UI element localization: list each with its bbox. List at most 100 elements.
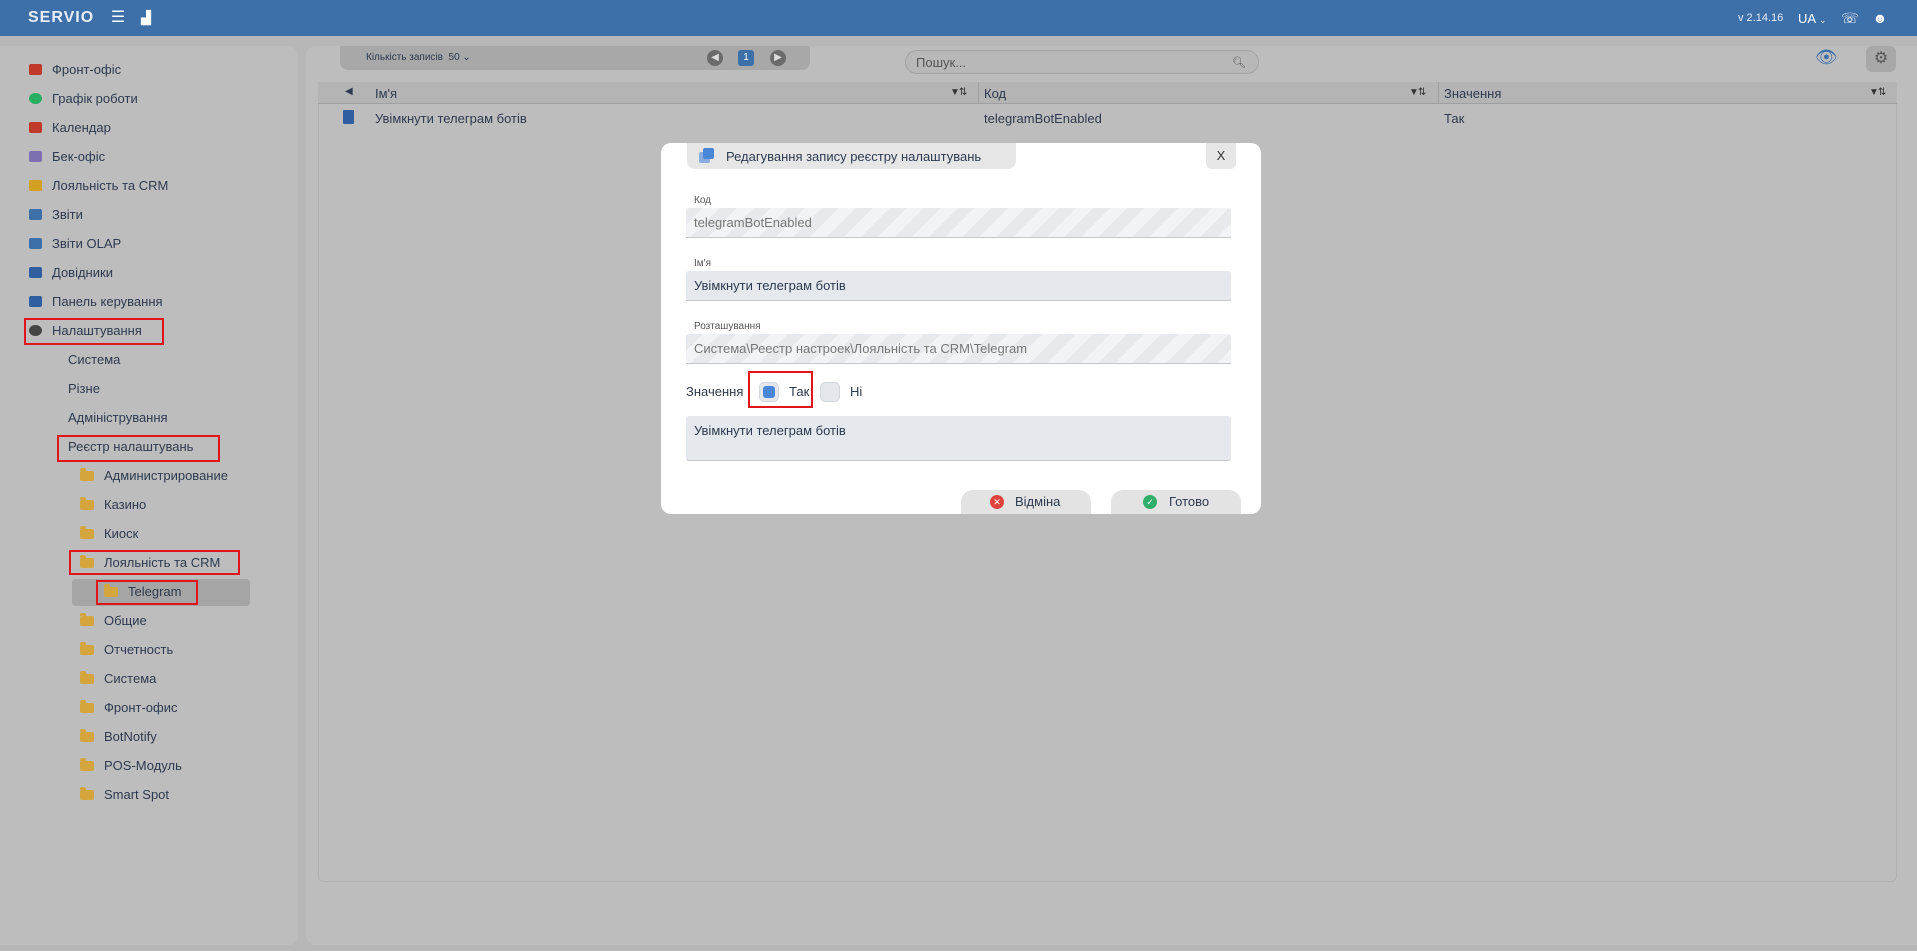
- column-header-code[interactable]: Код: [984, 86, 1006, 101]
- folder-icon: [80, 671, 94, 684]
- olap-report-icon: [29, 238, 42, 249]
- filter-sort-icon[interactable]: ▼⇅: [1409, 87, 1426, 98]
- done-button[interactable]: ✓ Готово: [1111, 490, 1241, 514]
- name-label: Ім'я: [694, 258, 711, 269]
- sidebar-item-label: Лояльність та CRM: [52, 178, 169, 193]
- cell-value[interactable]: Так: [1444, 111, 1464, 126]
- sidebar-item-label: Бек-офіс: [52, 149, 106, 164]
- column-header-value[interactable]: Значення: [1444, 86, 1501, 101]
- folder-botnotify[interactable]: BotNotify: [80, 726, 157, 748]
- highlight-telegram-folder: [96, 580, 198, 605]
- code-field: telegramBotEnabled: [686, 208, 1231, 238]
- folder-icon: [80, 613, 94, 626]
- sidebar-item-reports[interactable]: Звіти: [29, 204, 83, 226]
- settings-gear-button[interactable]: ⚙: [1866, 46, 1896, 72]
- sidebar-item-label: Фронт-офіс: [52, 62, 122, 77]
- records-per-page-selector[interactable]: Кількість записів 50 ⌄: [366, 52, 471, 63]
- dialog-title: Редагування запису реєстру налаштувань: [726, 149, 982, 164]
- list-icon: [29, 151, 42, 162]
- collapse-arrow-icon[interactable]: ◀: [345, 86, 353, 97]
- folder-icon: [80, 526, 94, 539]
- language-selector[interactable]: UA ⌄: [1798, 11, 1827, 26]
- stats-icon[interactable]: ▟: [136, 8, 156, 28]
- check-icon: ✓: [1143, 495, 1157, 509]
- folder-label: Администрирование: [104, 468, 228, 483]
- sidebar-item-label: Адміністрування: [68, 410, 168, 425]
- close-button[interactable]: X: [1206, 143, 1236, 169]
- name-field[interactable]: Увімкнути телеграм ботів: [686, 271, 1231, 301]
- sidebar-item-label: Довідники: [52, 265, 113, 280]
- calendar-icon: [29, 122, 42, 133]
- folder-label: Общие: [104, 613, 147, 628]
- filter-sort-icon[interactable]: ▼⇅: [950, 87, 967, 98]
- sidebar-item-label: Графік роботи: [52, 91, 138, 106]
- chevron-down-icon: ⌄: [1818, 15, 1827, 25]
- description-textarea[interactable]: Увімкнути телеграм ботів: [686, 416, 1231, 461]
- folder-label: Киоск: [104, 526, 139, 541]
- cell-code[interactable]: telegramBotEnabled: [984, 111, 1102, 126]
- folder-kiosk[interactable]: Киоск: [80, 523, 138, 545]
- folder-icon: [80, 700, 94, 713]
- user-avatar-icon[interactable]: ☻: [1870, 8, 1890, 28]
- folder-general[interactable]: Общие: [80, 610, 147, 632]
- eye-icon[interactable]: 👁︎: [1815, 48, 1841, 66]
- dashboard-icon: [29, 296, 42, 307]
- sidebar-item-label: Різне: [68, 381, 100, 396]
- document-icon: [343, 110, 354, 124]
- folder-icon: [80, 468, 94, 481]
- sidebar-item-back-office[interactable]: Бек-офіс: [29, 146, 105, 168]
- sidebar-item-loyalty[interactable]: Лояльність та CRM: [29, 175, 168, 197]
- sidebar-item-schedule[interactable]: Графік роботи: [29, 88, 138, 110]
- cancel-button[interactable]: ✕ Відміна: [961, 490, 1091, 514]
- clock-icon: [29, 93, 42, 104]
- filter-sort-icon[interactable]: ▼⇅: [1869, 87, 1886, 98]
- sidebar-sub-misc[interactable]: Різне: [68, 378, 100, 400]
- chevron-down-icon: ⌄: [462, 52, 471, 63]
- folder-icon: [80, 787, 94, 800]
- briefcase-icon: [29, 64, 42, 75]
- cancel-label: Відміна: [1015, 494, 1061, 509]
- sidebar-item-directories[interactable]: Довідники: [29, 262, 113, 284]
- folder-icon: [80, 758, 94, 771]
- sidebar-sub-administration[interactable]: Адміністрування: [68, 407, 168, 429]
- column-header-name[interactable]: Ім'я: [375, 86, 397, 101]
- cell-name[interactable]: Увімкнути телеграм ботів: [375, 111, 527, 126]
- phone-icon[interactable]: ☏: [1840, 8, 1860, 28]
- sidebar-item-calendar[interactable]: Календар: [29, 117, 111, 139]
- report-icon: [29, 209, 42, 220]
- folder-smart-spot[interactable]: Smart Spot: [80, 784, 169, 806]
- folder-system[interactable]: Система: [80, 668, 156, 690]
- sidebar-item-front-office[interactable]: Фронт-офіс: [29, 59, 121, 81]
- prev-page-button[interactable]: ◀: [707, 50, 723, 66]
- next-page-button[interactable]: ▶: [770, 50, 786, 66]
- folder-administrirovanie[interactable]: Администрирование: [80, 465, 228, 487]
- done-label: Готово: [1169, 494, 1210, 509]
- sidebar-item-label: Календар: [52, 120, 111, 135]
- folder-label: BotNotify: [104, 729, 157, 744]
- language-label: UA: [1798, 11, 1816, 26]
- sidebar-item-label: Система: [68, 352, 121, 367]
- copy-icon: [699, 148, 715, 163]
- folder-icon: [80, 642, 94, 655]
- location-field: Система\Реестр настроек\Лояльність та CR…: [686, 334, 1231, 364]
- no-checkbox[interactable]: [820, 382, 840, 402]
- sidebar-item-control-panel[interactable]: Панель керування: [29, 291, 163, 313]
- records-label: Кількість записів: [366, 52, 443, 63]
- code-label: Код: [694, 195, 712, 206]
- sidebar-sub-system[interactable]: Система: [68, 349, 120, 371]
- current-page[interactable]: 1: [738, 50, 754, 66]
- folder-front-office[interactable]: Фронт-офис: [80, 697, 178, 719]
- folder-casino[interactable]: Казино: [80, 494, 146, 516]
- column-separator: [978, 82, 979, 104]
- top-bar: SERVIO ☰ ▟ v 2.14.16 UA ⌄ ☏ ☻: [0, 0, 1917, 36]
- folder-icon: [80, 729, 94, 742]
- highlight-yes-option: [748, 371, 813, 408]
- search-icon[interactable]: 🔍︎: [1232, 56, 1246, 69]
- folder-pos-module[interactable]: POS-Модуль: [80, 755, 182, 777]
- folder-reporting[interactable]: Отчетность: [80, 639, 173, 661]
- no-label[interactable]: Ні: [850, 384, 862, 399]
- sidebar-item-olap-reports[interactable]: Звіти OLAP: [29, 233, 121, 255]
- folder-label: Система: [104, 671, 157, 686]
- hamburger-menu-icon[interactable]: ☰: [108, 8, 128, 28]
- grid-header: [318, 82, 1897, 104]
